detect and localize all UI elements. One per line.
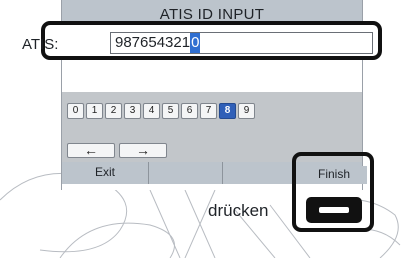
digit-key-7[interactable]: 7 — [200, 103, 217, 119]
digit-key-3[interactable]: 3 — [124, 103, 141, 119]
softkey-divider — [222, 162, 223, 184]
atis-input[interactable]: 9876543210 — [110, 32, 373, 54]
digit-key-4[interactable]: 4 — [143, 103, 160, 119]
digit-key-8-selected[interactable]: 8 — [219, 103, 236, 119]
left-arrow-key[interactable]: ← — [67, 143, 115, 158]
press-instruction: drücken — [208, 201, 269, 220]
right-arrow-key[interactable]: → — [119, 143, 167, 158]
digit-key-6[interactable]: 6 — [181, 103, 198, 119]
digit-keypad: 0 1 2 3 4 5 6 7 8 9 — [67, 103, 257, 119]
atis-label: ATIS: — [22, 36, 59, 53]
finish-softkey[interactable]: Finish — [301, 166, 367, 184]
digit-key-1[interactable]: 1 — [86, 103, 103, 119]
digit-key-2[interactable]: 2 — [105, 103, 122, 119]
softkey-divider — [148, 162, 149, 184]
digit-key-0[interactable]: 0 — [67, 103, 84, 119]
digit-key-9[interactable]: 9 — [238, 103, 255, 119]
exit-softkey[interactable]: Exit — [62, 162, 148, 184]
hardware-soft-key[interactable] — [306, 197, 362, 223]
minus-icon — [319, 207, 349, 213]
digit-key-5[interactable]: 5 — [162, 103, 179, 119]
atis-value: 987654321 — [115, 34, 191, 51]
cursor-character: 0 — [190, 33, 201, 53]
